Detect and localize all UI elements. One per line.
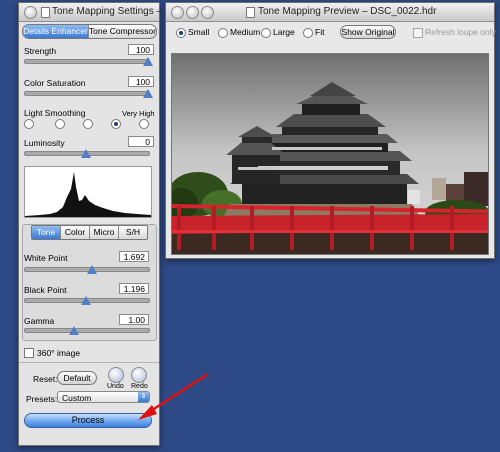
settings-titlebar[interactable]: Tone Mapping Settings – D... [19, 3, 180, 22]
white-point-field[interactable]: 1.692 [119, 251, 149, 262]
color-saturation-slider-thumb[interactable] [143, 89, 153, 98]
refresh-loupe-checkbox[interactable] [413, 28, 423, 38]
size-radio-large[interactable] [261, 28, 271, 38]
histogram [24, 166, 152, 218]
gamma-slider-thumb[interactable] [68, 326, 79, 335]
white-point-label: White Point [24, 253, 68, 263]
default-button[interactable]: Default [57, 371, 97, 385]
black-point-field[interactable]: 1.196 [119, 283, 149, 294]
reset-label: Reset: [33, 374, 58, 384]
settings-window-title: Tone Mapping Settings – D... [52, 6, 181, 17]
tab-tone-compressor[interactable]: Tone Compressor [89, 25, 156, 38]
mode-tabs: Details Enhancer Tone Compressor [22, 24, 157, 39]
gamma-label: Gamma [24, 316, 55, 326]
strength-slider-thumb[interactable] [143, 57, 153, 66]
minimize-window-button[interactable] [186, 6, 199, 19]
smoothing-radio-2[interactable] [55, 119, 65, 129]
smoothing-radio-5[interactable] [139, 119, 149, 129]
size-radio-medium[interactable] [218, 28, 228, 38]
color-saturation-slider-track[interactable] [24, 91, 150, 96]
white-point-slider-thumb[interactable] [87, 265, 98, 274]
subtab-color[interactable]: Color [61, 226, 90, 239]
red-arrow-icon [138, 372, 209, 420]
subtab-sh[interactable]: S/H [119, 226, 147, 239]
refresh-loupe-label: Refresh loupe only [425, 27, 496, 37]
show-original-button[interactable]: Show Original [340, 25, 396, 39]
presets-label: Presets: [26, 394, 58, 404]
color-saturation-label: Color Saturation [24, 78, 86, 88]
size-label-fit: Fit [315, 27, 325, 37]
smoothing-radio-1[interactable] [24, 119, 34, 129]
black-point-label: Black Point [24, 285, 67, 295]
luminosity-label: Luminosity [24, 138, 65, 148]
image-360-checkbox[interactable] [24, 348, 34, 358]
divider [19, 362, 159, 363]
subtabs: Tone Color Micro S/H [31, 225, 148, 240]
size-radio-small[interactable] [176, 28, 186, 38]
strength-slider-track[interactable] [24, 59, 150, 64]
subtab-tone[interactable]: Tone [32, 226, 61, 239]
document-icon [246, 7, 255, 18]
zoom-window-button[interactable] [201, 6, 214, 19]
smoothing-radio-3[interactable] [83, 119, 93, 129]
very-high-label: Very High [122, 109, 155, 118]
close-window-button[interactable] [24, 6, 37, 19]
color-saturation-field[interactable]: 100 [128, 76, 154, 87]
castle-photo [172, 54, 488, 254]
presets-value: Custom [62, 393, 92, 403]
preview-titlebar[interactable]: Tone Mapping Preview – DSC_0022.hdr [166, 3, 494, 22]
size-label-small: Small [188, 27, 210, 37]
preview-window-title: Tone Mapping Preview – DSC_0022.hdr [258, 6, 437, 17]
size-label-large: Large [273, 27, 295, 37]
undo-label: Undo [107, 383, 124, 390]
strength-field[interactable]: 100 [128, 44, 154, 55]
gamma-field[interactable]: 1.00 [119, 314, 149, 325]
tab-details-enhancer[interactable]: Details Enhancer [23, 25, 89, 38]
subtab-micro[interactable]: Micro [90, 226, 119, 239]
gamma-slider-track[interactable] [24, 328, 150, 333]
image-360-label: 360° image [37, 348, 81, 358]
strength-label: Strength [24, 46, 57, 56]
luminosity-field[interactable]: 0 [128, 136, 154, 147]
tone-mapping-preview-window: Tone Mapping Preview – DSC_0022.hdr Smal… [165, 2, 496, 259]
luminosity-slider-thumb[interactable] [81, 149, 91, 158]
preview-image[interactable] [171, 53, 489, 255]
size-label-medium: Medium [230, 27, 261, 37]
smoothing-radio-4[interactable] [111, 119, 121, 129]
close-window-button[interactable] [171, 6, 184, 19]
document-icon [41, 7, 50, 18]
size-radio-fit[interactable] [303, 28, 313, 38]
black-point-slider-thumb[interactable] [81, 296, 91, 305]
light-smoothing-label: Light Smoothing [24, 108, 86, 118]
undo-icon[interactable] [108, 367, 124, 383]
